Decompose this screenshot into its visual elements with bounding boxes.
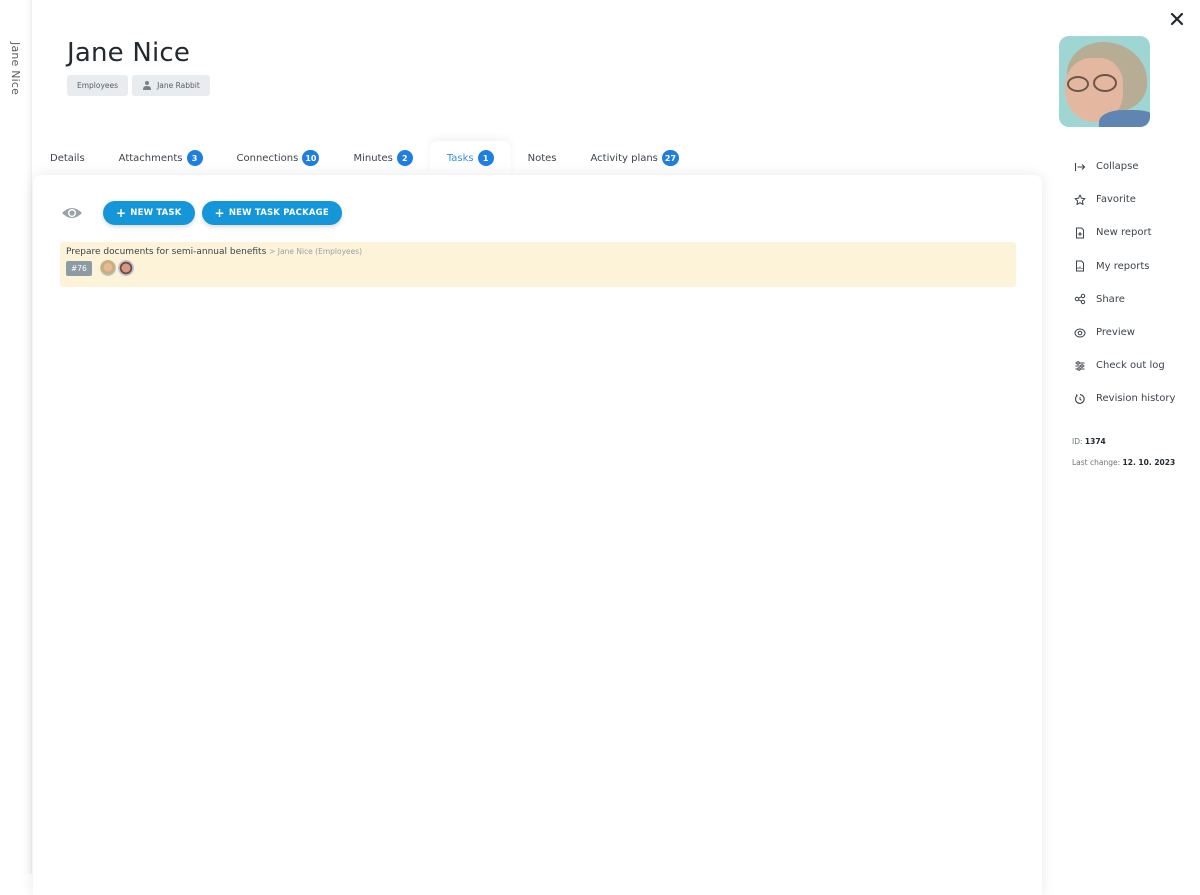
profile-photo [1059, 36, 1150, 127]
tab-label: Tasks [446, 152, 474, 164]
task-number-tag: #76 [66, 260, 92, 276]
tab-label: Details [50, 152, 85, 164]
reports-icon [1076, 260, 1084, 272]
checkout-log-icon [1075, 361, 1085, 371]
checkout-log-action[interactable]: Check out log [1074, 349, 1175, 382]
new-task-package-button[interactable]: + NEW TASK PACKAGE [201, 201, 342, 225]
tasks-toolbar: + NEW TASK + NEW TASK PACKAGE [61, 201, 342, 225]
tab-label: Activity plans [590, 152, 658, 164]
category-chip[interactable]: Employees [67, 75, 129, 96]
share-icon [1074, 294, 1086, 305]
revision-history-action[interactable]: Revision history [1074, 382, 1175, 415]
tab-label: Notes [527, 152, 557, 164]
button-label: NEW TASK [130, 208, 182, 218]
task-path: > Jane Nice (Employees) [269, 247, 363, 256]
avatar[interactable] [99, 260, 116, 276]
menu-label: Preview [1096, 327, 1135, 339]
task-item[interactable]: Prepare documents for semi-annual benefi… [60, 242, 1016, 287]
owner-chip[interactable]: Jane Rabbit [132, 75, 210, 96]
new-report-icon [1076, 227, 1084, 239]
side-actions-menu: Collapse Favorite New report My reports … [1074, 150, 1175, 416]
favorite-action[interactable]: Favorite [1074, 183, 1175, 216]
id-label: ID: [1072, 437, 1083, 446]
task-meta: #76 [66, 260, 1010, 276]
chip-label: Jane Rabbit [157, 81, 200, 90]
collapse-action[interactable]: Collapse [1074, 150, 1175, 183]
my-reports-action[interactable]: My reports [1074, 250, 1175, 283]
count-badge: 1 [477, 150, 494, 166]
menu-label: Collapse [1096, 161, 1139, 173]
eye-icon[interactable] [61, 206, 83, 220]
page-title: Jane Nice [67, 38, 191, 68]
menu-label: Share [1096, 293, 1125, 305]
record-meta: ID: 1374 Last change: 12. 10. 2023 [1072, 437, 1175, 479]
preview-icon [1074, 328, 1086, 338]
assignee-avatars [99, 260, 134, 276]
tab-tasks[interactable]: Tasks 1 [429, 141, 511, 175]
tab-minutes[interactable]: Minutes 2 [336, 141, 429, 175]
count-badge: 10 [302, 150, 320, 166]
chip-label: Employees [77, 81, 119, 90]
menu-label: Check out log [1096, 360, 1165, 372]
record-chips: Employees Jane Rabbit [67, 75, 210, 96]
task-title-line: Prepare documents for semi-annual benefi… [66, 247, 1010, 257]
person-icon [142, 80, 151, 91]
new-report-action[interactable]: New report [1074, 216, 1175, 249]
tab-label: Attachments [118, 152, 183, 164]
star-icon [1074, 194, 1086, 205]
count-badge: 27 [661, 150, 680, 166]
button-label: NEW TASK PACKAGE [228, 208, 329, 218]
last-change-value: 12. 10. 2023 [1122, 458, 1176, 467]
tab-label: Minutes [353, 152, 393, 164]
collapse-icon [1074, 162, 1086, 171]
id-value: 1374 [1084, 437, 1106, 446]
count-badge: 3 [186, 150, 203, 166]
record-last-change: Last change: 12. 10. 2023 [1072, 458, 1175, 467]
close-icon[interactable] [1170, 12, 1184, 26]
collapsed-panel-label: Jane Nice [9, 42, 22, 96]
history-icon [1075, 394, 1085, 404]
collapsed-panel-strip[interactable]: Jane Nice [0, 0, 32, 874]
tab-connections[interactable]: Connections 10 [220, 141, 337, 175]
record-header: Jane Nice Employees Jane Rabbit [67, 38, 210, 96]
task-title: Prepare documents for semi-annual benefi… [66, 247, 267, 257]
menu-label: Favorite [1096, 194, 1136, 206]
menu-label: Revision history [1096, 393, 1176, 405]
last-change-label: Last change: [1072, 458, 1121, 467]
avatar[interactable] [117, 260, 134, 276]
tab-attachments[interactable]: Attachments 3 [102, 141, 220, 175]
preview-action[interactable]: Preview [1074, 316, 1175, 349]
menu-label: New report [1096, 227, 1152, 239]
plus-icon: + [116, 206, 127, 220]
tab-notes[interactable]: Notes [511, 141, 574, 175]
plus-icon: + [214, 206, 225, 220]
share-action[interactable]: Share [1074, 283, 1175, 316]
record-id: ID: 1374 [1072, 437, 1175, 446]
count-badge: 2 [396, 150, 413, 166]
tab-activity-plans[interactable]: Activity plans 27 [574, 141, 697, 175]
menu-label: My reports [1096, 260, 1150, 272]
new-task-button[interactable]: + NEW TASK [103, 201, 195, 225]
tasks-panel: + NEW TASK + NEW TASK PACKAGE Prepare do… [33, 175, 1042, 895]
tab-details[interactable]: Details [33, 141, 102, 175]
tab-bar: Details Attachments 3 Connections 10 Minut… [33, 141, 696, 175]
tab-label: Connections [236, 152, 299, 164]
